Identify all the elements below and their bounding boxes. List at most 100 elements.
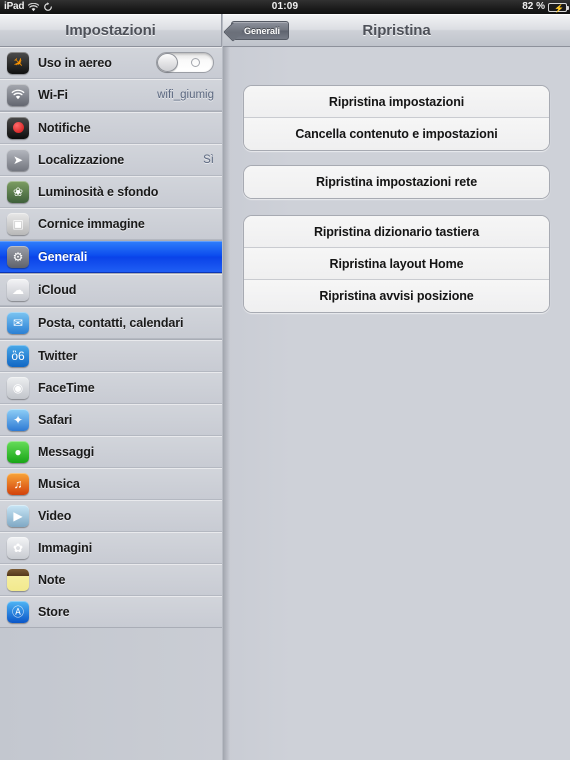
sidebar-item-store[interactable]: Ⓐ Store [0, 596, 222, 628]
charging-bolt-icon: ⚡ [554, 3, 564, 13]
sidebar-item-label: Twitter [38, 348, 78, 363]
notes-pad-icon [7, 568, 29, 591]
photos-flower-icon-glyph: ✿ [12, 540, 24, 555]
sidebar-item-video[interactable]: ▶ Video [0, 500, 222, 532]
messages-bubble-icon: ● [7, 440, 29, 463]
reset-button-label: Cancella contenuto e impostazioni [295, 127, 498, 141]
sidebar-item-label: Safari [38, 412, 73, 427]
reset-button-ripristina-impostazioni-rete[interactable]: Ripristina impostazioni rete [244, 166, 549, 198]
status-bar-right: 82 % ⚡ [522, 0, 569, 14]
status-bar-clock: 01:09 [271, 1, 299, 12]
sidebar-item-label: Localizzazione [38, 152, 125, 167]
sidebar-title: Impostazioni [65, 21, 156, 39]
brightness-wallpaper-icon: ❀ [7, 180, 29, 203]
reset-button-ripristina-dizionario-tastiera[interactable]: Ripristina dizionario tastiera [244, 216, 549, 248]
settings-list[interactable]: ✈ Uso in aereo Wi-Fi wifi_giumig Notifiche ➤ L… [0, 47, 222, 760]
notifications-icon [7, 116, 29, 139]
sidebar-item-posta-contatti-calendari[interactable]: ✉ Posta, contatti, calendari [0, 307, 222, 339]
facetime-camera-icon: ◉ [7, 376, 29, 399]
notification-dot [12, 122, 24, 133]
picture-frame-icon: ▣ [7, 212, 29, 235]
messages-bubble-icon-glyph: ● [14, 444, 22, 459]
battery-charging-icon: ⚡ [548, 2, 569, 13]
sidebar-item-label: Posta, contatti, calendari [38, 315, 184, 330]
gears-icon-glyph: ⚙ [12, 249, 24, 264]
sidebar-item-label: FaceTime [38, 380, 95, 395]
sidebar-item-label: Wi-Fi [38, 87, 68, 102]
sidebar-item-value: Sì [203, 153, 214, 166]
location-arrow-icon-glyph: ➤ [12, 152, 24, 167]
reset-group-2: Ripristina impostazioni rete [243, 165, 550, 199]
twitter-bird-icon: ὂ6 [7, 344, 29, 367]
sidebar-item-label: Notifiche [38, 120, 91, 135]
sidebar-item-wi-fi[interactable]: Wi-Fi wifi_giumig [0, 79, 222, 111]
icloud-icon: ☁ [7, 278, 29, 301]
reset-button-ripristina-impostazioni[interactable]: Ripristina impostazioni [244, 86, 549, 118]
sidebar-item-label: Musica [38, 476, 80, 491]
wifi-icon [7, 83, 29, 106]
reset-button-label: Ripristina dizionario tastiera [313, 224, 480, 239]
sidebar-item-value: wifi_giumig [157, 88, 214, 101]
airplane-icon: ✈ [7, 51, 29, 74]
reset-button-label: Ripristina impostazioni [328, 94, 465, 109]
photos-flower-icon: ✿ [7, 536, 29, 559]
detail-panel: Generali Ripristina Ripristina impostazi… [223, 14, 570, 760]
app-store-icon: Ⓐ [7, 600, 29, 623]
ipad-settings-screen: iPad 01:09 82 % ⚡ Impostazioni ✈ Uso in a… [0, 0, 570, 760]
gears-icon: ⚙ [7, 245, 29, 268]
sidebar-item-notifiche[interactable]: Notifiche [0, 112, 222, 144]
sidebar-item-facetime[interactable]: ◉ FaceTime [0, 372, 222, 404]
detail-navbar: Generali Ripristina [223, 14, 570, 47]
sidebar-item-label: Generali [38, 249, 88, 264]
app-store-icon-glyph: Ⓐ [11, 604, 24, 619]
sidebar-item-uso-in-aereo[interactable]: ✈ Uso in aereo [0, 47, 222, 79]
sidebar-item-generali[interactable]: ⚙ Generali [0, 241, 222, 273]
sidebar-item-twitter[interactable]: ὂ6 Twitter [0, 340, 222, 372]
status-bar: iPad 01:09 82 % ⚡ [0, 0, 570, 14]
sidebar-item-cornice-immagine[interactable]: ▣ Cornice immagine [0, 208, 222, 240]
reset-button-ripristina-layout-home[interactable]: Ripristina layout Home [244, 248, 549, 280]
reset-group-1: Ripristina impostazioni Cancella contenut… [243, 85, 550, 151]
brightness-wallpaper-icon-glyph: ❀ [12, 184, 24, 199]
sidebar-item-luminosit-e-sfondo[interactable]: ❀ Luminosità e sfondo [0, 176, 222, 208]
airplane-mode-toggle[interactable] [156, 52, 214, 73]
safari-compass-icon: ✦ [7, 408, 29, 431]
sidebar-item-localizzazione[interactable]: ➤ Localizzazione Sì [0, 144, 222, 176]
reset-button-cancella-contenuto-e-impostazioni[interactable]: Cancella contenuto e impostazioni [244, 118, 549, 150]
sidebar-item-label: Note [38, 572, 66, 587]
reset-button-label: Ripristina layout Home [329, 256, 464, 271]
sidebar-navbar: Impostazioni [0, 14, 221, 47]
sidebar-item-icloud[interactable]: ☁ iCloud [0, 274, 222, 306]
sidebar-item-label: Cornice immagine [38, 216, 145, 231]
toggle-off-indicator [191, 58, 200, 67]
music-note-icon-glyph: ♫ [13, 476, 23, 491]
sidebar-item-label: Immagini [38, 540, 93, 555]
back-button-label: Generali [244, 25, 281, 36]
safari-compass-icon-glyph: ✦ [12, 412, 24, 427]
toggle-knob[interactable] [157, 53, 178, 72]
detail-title: Ripristina [362, 21, 431, 39]
reset-group-3: Ripristina dizionario tastiera Ripristina… [243, 215, 550, 313]
picture-frame-icon-glyph: ▣ [12, 216, 24, 231]
sidebar-item-label: iCloud [38, 282, 77, 297]
sidebar-item-note[interactable]: Note [0, 564, 222, 596]
mail-icon-glyph: ✉ [12, 315, 24, 330]
sidebar-item-label: Video [38, 508, 72, 523]
airplane-icon-glyph: ✈ [8, 53, 28, 72]
back-button-generali[interactable]: Generali [231, 21, 290, 40]
mail-icon: ✉ [7, 311, 29, 334]
twitter-bird-icon-glyph: ὂ6 [11, 348, 25, 363]
sidebar-item-label: Uso in aereo [38, 55, 112, 70]
music-note-icon: ♫ [7, 472, 29, 495]
sidebar-item-safari[interactable]: ✦ Safari [0, 404, 222, 436]
video-clapper-icon: ▶ [7, 504, 29, 527]
settings-sidebar: Impostazioni ✈ Uso in aereo Wi-Fi wifi_gium… [0, 14, 222, 760]
sidebar-item-label: Messaggi [38, 444, 95, 459]
sidebar-item-musica[interactable]: ♫ Musica [0, 468, 222, 500]
battery-percent: 82 % [522, 1, 545, 12]
sidebar-item-messaggi[interactable]: ● Messaggi [0, 436, 222, 468]
reset-button-ripristina-avvisi-posizione[interactable]: Ripristina avvisi posizione [244, 280, 549, 312]
icloud-icon-glyph: ☁ [12, 282, 24, 297]
sidebar-item-label: Luminosità e sfondo [38, 184, 159, 199]
sidebar-item-immagini[interactable]: ✿ Immagini [0, 532, 222, 564]
